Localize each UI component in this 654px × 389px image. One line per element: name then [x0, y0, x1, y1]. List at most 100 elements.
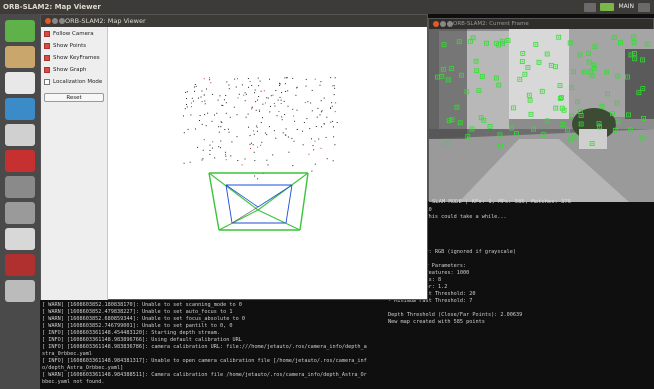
app-icon[interactable] [5, 228, 35, 250]
map-point [233, 106, 235, 108]
map-point [243, 94, 245, 96]
feature-point [591, 142, 593, 145]
feature-point [641, 137, 643, 139]
checkbox[interactable] [44, 31, 50, 37]
map-point [318, 138, 320, 140]
checkbox[interactable] [44, 79, 50, 85]
feature-point [489, 125, 491, 128]
map-point [189, 161, 191, 163]
power-icon[interactable] [638, 2, 650, 12]
map-viewer-titlebar[interactable]: ORB-SLAM2: Map Viewer [41, 15, 427, 27]
camera-edge [225, 184, 259, 208]
map-point [236, 114, 238, 116]
map-viewer-window[interactable]: ORB-SLAM2: Map Viewer Localization Mode S… [40, 14, 428, 300]
map-point [311, 138, 312, 140]
keyframe-edge [208, 172, 259, 211]
camera-edge [231, 206, 259, 224]
map-point [244, 158, 246, 160]
feature-point [588, 61, 590, 63]
dash-icon[interactable] [5, 20, 35, 42]
option-1[interactable]: Show Points [44, 41, 86, 51]
map-point [317, 107, 319, 109]
feature-point [634, 58, 636, 60]
trash-icon[interactable] [5, 280, 35, 302]
settings-icon[interactable] [5, 98, 35, 120]
map-point [249, 143, 251, 145]
close-icon[interactable] [45, 18, 51, 24]
map-point [204, 103, 206, 105]
map-point [257, 99, 259, 101]
checkbox[interactable] [44, 55, 50, 61]
map-point [190, 102, 192, 104]
battery-icon[interactable] [600, 3, 615, 11]
app-icon[interactable] [5, 124, 35, 146]
map-point [201, 159, 203, 161]
map-point [247, 78, 249, 79]
checkbox[interactable] [44, 67, 50, 73]
option-4[interactable]: Localization Mode [44, 77, 102, 87]
option-0[interactable]: Follow Camera [44, 29, 94, 39]
maximize-icon[interactable] [447, 21, 453, 27]
current-frame-titlebar[interactable]: ORB-SLAM2: Current Frame [429, 19, 653, 29]
feature-point [571, 86, 573, 89]
map-point [314, 140, 316, 142]
feature-point [587, 52, 590, 55]
feature-point [570, 115, 573, 117]
files-icon[interactable] [5, 46, 35, 68]
keyboard-icon[interactable] [584, 2, 597, 12]
map-point [186, 98, 187, 99]
option-2[interactable]: Show KeyFrames [44, 53, 100, 63]
map-point [248, 126, 249, 128]
map-point [251, 142, 252, 144]
map-point [279, 82, 280, 84]
minimize-icon[interactable] [52, 18, 58, 24]
map-point [183, 132, 185, 134]
app-icon[interactable] [5, 176, 35, 198]
minimize-icon[interactable] [440, 21, 446, 27]
maximize-icon[interactable] [59, 18, 65, 24]
map-point [280, 103, 282, 104]
map-point [259, 110, 260, 112]
feature-point [476, 70, 478, 72]
app-icon[interactable] [5, 202, 35, 224]
tray-label[interactable]: MAIN [618, 0, 634, 14]
app-icon[interactable] [5, 254, 35, 276]
feature-point [467, 136, 469, 138]
feature-point [576, 101, 579, 103]
map-point [333, 126, 334, 128]
terminal-icon[interactable] [5, 150, 35, 172]
map-point [219, 95, 221, 97]
feature-point [535, 43, 537, 46]
map-point [186, 104, 187, 105]
feature-point [485, 42, 488, 44]
map-point [230, 155, 232, 157]
map-point [186, 91, 188, 93]
terminal-line: [ WARN] [1608603852.680859344]: Unable t… [42, 316, 246, 322]
feature-point [633, 36, 635, 38]
feature-point [541, 90, 543, 92]
option-3[interactable]: Show Graph [44, 65, 86, 75]
close-icon[interactable] [433, 21, 439, 27]
map-point [209, 79, 211, 81]
reset-button[interactable]: Reset [44, 93, 104, 102]
map-point [321, 126, 323, 128]
map-point [297, 128, 299, 130]
checkbox[interactable] [44, 43, 50, 49]
feature-point [601, 105, 603, 108]
terminal-line: stra_0rbbec.yaml [42, 351, 92, 357]
map-point [285, 128, 287, 130]
browser-icon[interactable] [5, 72, 35, 94]
map-point [261, 141, 263, 143]
map-point [314, 163, 316, 165]
current-frame-window[interactable]: ORB-SLAM2: Current Frame [428, 18, 654, 202]
camera-edge [285, 184, 293, 224]
terminal-line: [ INFO] [1608603361148.983836786]: camer… [42, 344, 367, 350]
map-point [260, 90, 262, 92]
map-point [237, 97, 239, 99]
map-point [306, 118, 308, 120]
feature-point [458, 41, 460, 43]
map-point [266, 97, 268, 99]
map-canvas[interactable] [108, 27, 428, 300]
map-point [256, 130, 258, 132]
feature-point [538, 61, 540, 63]
